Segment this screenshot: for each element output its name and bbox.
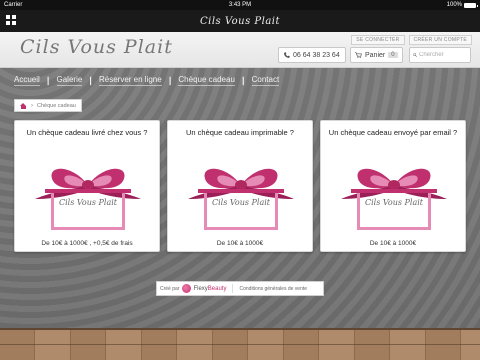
gift-card-printable[interactable]: Un chèque cadeau imprimable ? Cils Vous … <box>167 120 313 252</box>
carrier-label: Carrier <box>4 2 23 8</box>
battery-icon <box>464 2 478 8</box>
app-title: Cils Vous Plait <box>199 15 281 27</box>
card-title: Un chèque cadeau imprimable ? <box>186 128 294 137</box>
gift-bow-icon: Cils Vous Plait <box>337 159 451 235</box>
site-header: Cils Vous Plait SE CONNECTER CRÉER UN CO… <box>0 32 480 68</box>
wood-floor-decoration <box>0 328 480 360</box>
status-time: 3:43 PM <box>228 2 252 8</box>
main-nav: Accueil ❘ Galerie ❘ Réserver en ligne ❘ … <box>0 69 480 91</box>
nav-separator: ❘ <box>87 75 94 85</box>
created-by-label: Créé par <box>160 285 180 292</box>
auth-links: SE CONNECTER CRÉER UN COMPTE <box>351 35 472 45</box>
brand-suffix: Beauty <box>207 285 227 292</box>
flexybeauty-logo[interactable]: FlexyBeauty <box>182 284 226 293</box>
terms-link[interactable]: Conditions générales de vente <box>239 286 307 292</box>
card-price: De 10€ à 1000€ <box>216 240 264 247</box>
card-title: Un chèque cadeau livré chez vous ? <box>26 128 148 137</box>
cart-label: Panier <box>365 51 386 59</box>
card-title: Un chèque cadeau envoyé par email ? <box>328 128 458 137</box>
cart-button[interactable]: Panier 0 <box>350 47 403 63</box>
gift-card-email[interactable]: Un chèque cadeau envoyé par email ? Cils… <box>320 120 466 252</box>
nav-separator: ❘ <box>239 75 247 85</box>
nav-item-cheque-cadeau[interactable]: Chèque cadeau <box>178 75 235 86</box>
battery-label: 100% <box>446 2 462 8</box>
search-input[interactable] <box>419 52 467 58</box>
search-icon[interactable] <box>413 52 417 58</box>
flexybeauty-logo-icon <box>182 284 192 293</box>
chevron-right-icon: › <box>31 102 33 109</box>
phone-number: 06 64 38 23 64 <box>293 51 340 59</box>
gift-bow-icon: Cils Vous Plait <box>31 159 145 235</box>
phone-button[interactable]: 06 64 38 23 64 <box>278 47 346 63</box>
nav-item-reserver[interactable]: Réserver en ligne <box>99 75 162 86</box>
breadcrumb-current: Chèque cadeau <box>37 102 76 109</box>
footer-badge: Créé par FlexyBeauty Conditions générale… <box>156 281 324 296</box>
gift-bow-icon: Cils Vous Plait <box>184 159 298 235</box>
footer-divider <box>232 284 234 293</box>
home-icon[interactable] <box>20 102 27 109</box>
grid-icon[interactable] <box>6 15 16 25</box>
gift-card-delivered[interactable]: Un chèque cadeau livré chez vous ? Cils … <box>14 120 160 252</box>
app-bar: Cils Vous Plait <box>0 10 480 32</box>
nav-item-accueil[interactable]: Accueil <box>14 75 40 86</box>
card-price: De 10€ à 1000€ , +0,5€ de frais <box>41 240 133 247</box>
card-price: De 10€ à 1000€ <box>369 240 417 247</box>
login-link[interactable]: SE CONNECTER <box>351 35 405 45</box>
gift-brand-text: Cils Vous Plait <box>364 198 424 207</box>
gift-brand-text: Cils Vous Plait <box>58 198 118 207</box>
brand-prefix: Flexy <box>193 285 208 292</box>
status-bar: Carrier 3:43 PM 100% <box>0 0 480 10</box>
cart-icon <box>355 52 362 58</box>
cart-count-badge: 0 <box>388 52 398 58</box>
nav-separator: ❘ <box>44 75 52 85</box>
nav-item-contact[interactable]: Contact <box>251 75 280 86</box>
signup-link[interactable]: CRÉER UN COMPTE <box>408 35 472 45</box>
gift-brand-text: Cils Vous Plait <box>211 198 271 207</box>
site-logo[interactable]: Cils Vous Plait <box>20 36 173 58</box>
search-box <box>409 47 471 63</box>
nav-separator: ❘ <box>166 75 174 85</box>
phone-icon <box>284 52 290 58</box>
nav-item-galerie[interactable]: Galerie <box>56 75 83 86</box>
breadcrumb: › Chèque cadeau <box>14 99 82 112</box>
